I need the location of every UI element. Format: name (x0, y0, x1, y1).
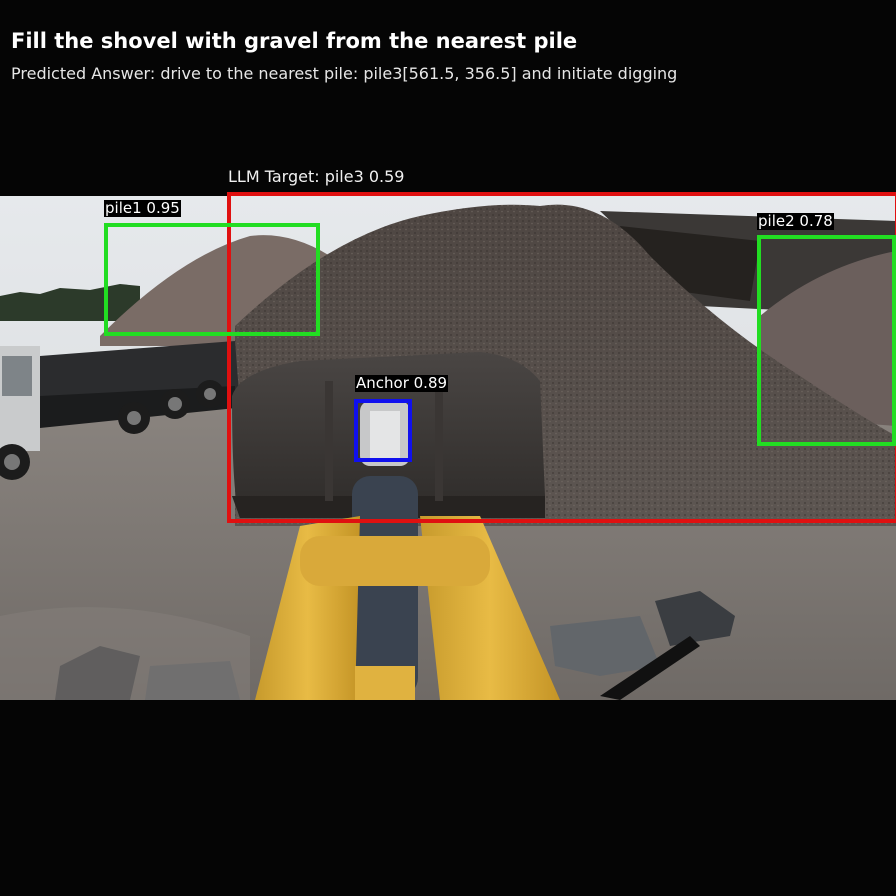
pile1-box (104, 223, 320, 336)
anchor-box (354, 399, 412, 462)
pile1-label: pile1 0.95 (104, 199, 181, 217)
llm-target-label: LLM Target: pile3 0.59 (228, 167, 405, 186)
anchor-label: Anchor 0.89 (355, 374, 449, 392)
predicted-answer: Predicted Answer: drive to the nearest p… (11, 64, 678, 83)
pile2-label: pile2 0.78 (757, 212, 834, 230)
page-title: Fill the shovel with gravel from the nea… (11, 29, 578, 53)
pile2-box (757, 235, 896, 446)
